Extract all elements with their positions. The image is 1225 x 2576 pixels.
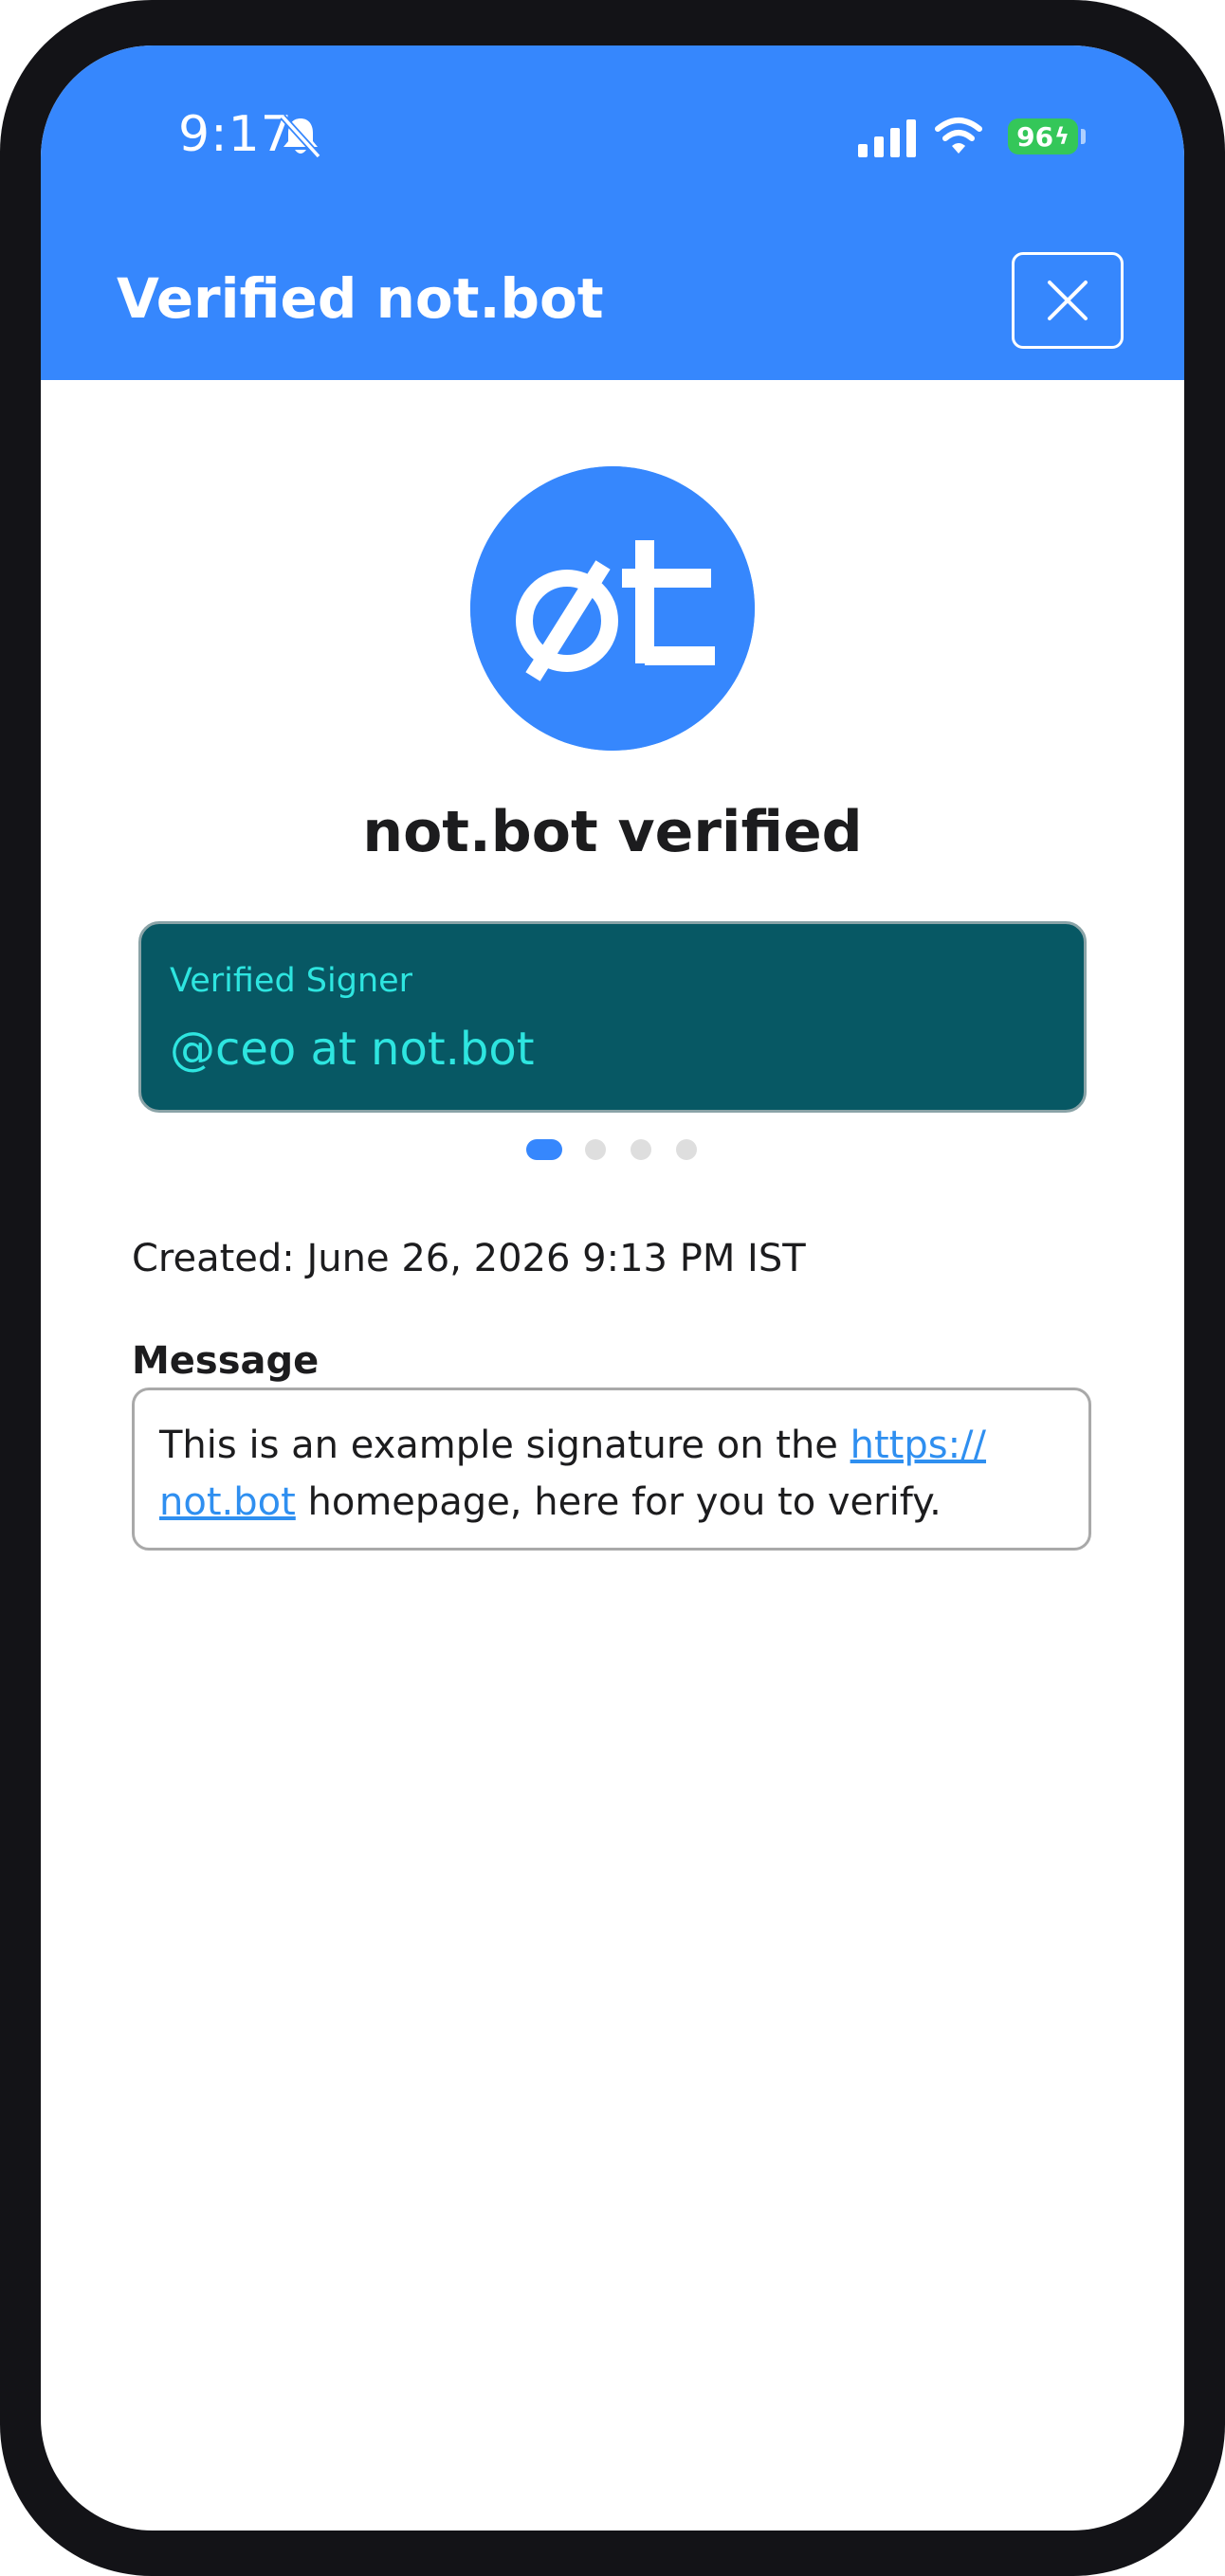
signer-value: @ceo at not.bot — [170, 1023, 535, 1076]
close-icon — [1048, 281, 1088, 320]
message-label: Message — [132, 1339, 320, 1383]
message-box: This is an example signature on the http… — [132, 1388, 1091, 1551]
battery-level: 96 — [1016, 120, 1054, 153]
app-header: 9:17 96 ϟ Verified not.bot — [41, 45, 1184, 380]
page-dot-2[interactable] — [585, 1139, 606, 1160]
verified-title: not.bot verified — [362, 799, 863, 865]
wifi-icon — [935, 118, 982, 154]
message-text-before: This is an example signature on the — [159, 1424, 850, 1467]
page-title: Verified not.bot — [117, 266, 604, 331]
created-timestamp: Created: June 26, 2026 9:13 PM IST — [132, 1237, 806, 1280]
screen: 9:17 96 ϟ Verified not.bot not.bot verif… — [41, 45, 1184, 2531]
message-text-after: homepage, here for you to verify. — [295, 1480, 942, 1524]
signal-icon — [858, 119, 916, 157]
bell-slash-icon — [280, 114, 321, 159]
bolt-icon: ϟ — [1054, 123, 1070, 150]
battery-charging-icon: 96 ϟ — [1008, 118, 1078, 154]
battery-cap — [1081, 129, 1086, 144]
signer-label: Verified Signer — [170, 962, 413, 1000]
phone-frame: 9:17 96 ϟ Verified not.bot not.bot verif… — [0, 0, 1225, 2576]
page-dot-1[interactable] — [526, 1139, 562, 1160]
status-time: 9:17 — [178, 106, 293, 163]
page-dot-4[interactable] — [676, 1139, 697, 1160]
notbot-logo — [470, 466, 755, 751]
page-indicator[interactable] — [526, 1137, 716, 1162]
close-button[interactable] — [1012, 252, 1124, 349]
page-dot-3[interactable] — [631, 1139, 651, 1160]
signer-card[interactable]: Verified Signer @ceo at not.bot — [138, 921, 1087, 1113]
